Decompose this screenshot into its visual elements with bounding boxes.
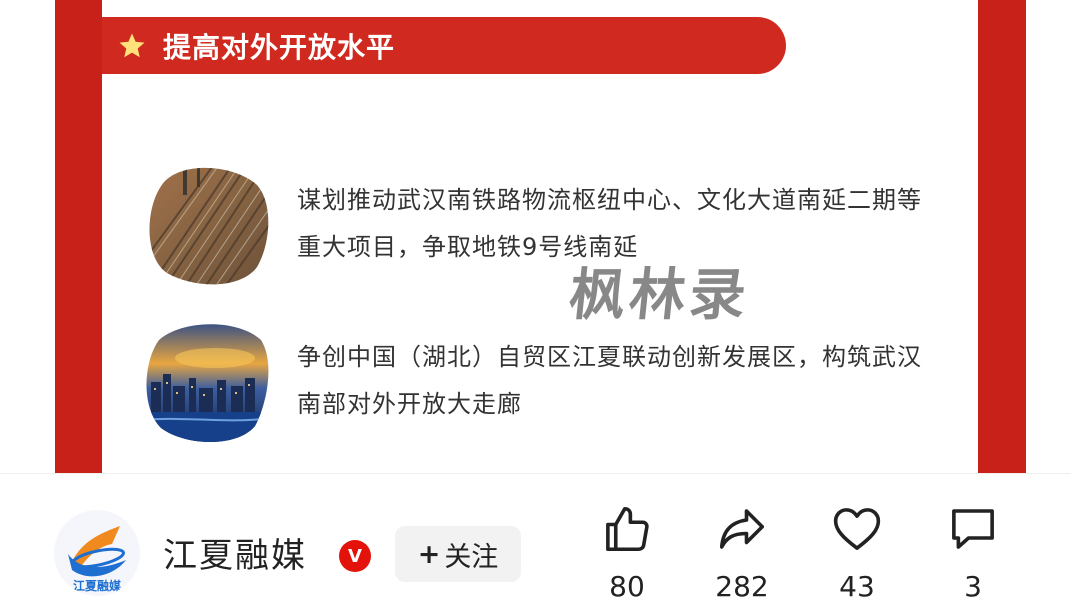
thumbs-up-icon xyxy=(582,502,672,556)
city-skyline-photo xyxy=(145,320,269,444)
star-icon xyxy=(115,29,149,63)
comment-count: 3 xyxy=(964,570,982,603)
section-title: 提高对外开放水平 xyxy=(163,30,396,64)
avatar[interactable]: 江夏融媒 xyxy=(54,510,140,596)
heart-icon xyxy=(812,502,902,556)
section-header-banner: 提高对外开放水平 xyxy=(102,17,786,74)
comment-button[interactable]: 3 xyxy=(928,502,1018,603)
favorite-count: 43 xyxy=(839,570,875,603)
plus-icon: + xyxy=(417,538,441,570)
verified-badge: V xyxy=(339,540,371,572)
share-button[interactable]: 282 xyxy=(697,502,787,603)
railway-yard-photo xyxy=(145,163,269,287)
comment-bubble-icon xyxy=(928,502,1018,556)
follow-label: 关注 xyxy=(444,541,499,573)
like-button[interactable]: 80 xyxy=(582,502,672,603)
share-arrow-icon xyxy=(697,502,787,556)
follow-button[interactable]: + 关注 xyxy=(395,526,521,582)
account-name[interactable]: 江夏融媒 xyxy=(163,528,307,577)
favorite-button[interactable]: 43 xyxy=(812,502,902,603)
avatar-logo-text: 江夏融媒 xyxy=(73,578,122,593)
share-count: 282 xyxy=(715,570,769,603)
watermark: 枫林录 xyxy=(566,263,753,328)
item-text: 争创中国（湖北）自贸区江夏联动创新发展区，构筑武汉南部对外开放大走廊 xyxy=(297,343,922,418)
like-count: 80 xyxy=(609,570,645,603)
bottom-action-bar: 江夏融媒 江夏融媒 V + 关注 80 282 43 3 xyxy=(0,473,1071,614)
